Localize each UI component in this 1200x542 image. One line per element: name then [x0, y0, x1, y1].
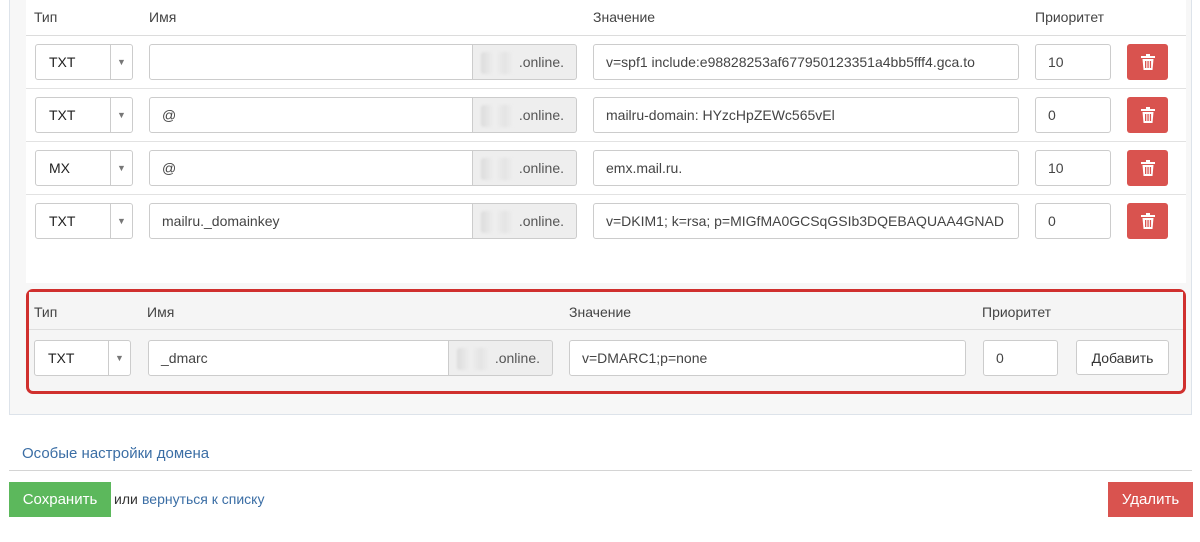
new-record-header: Тип Имя Значение Приоритет [29, 292, 1183, 330]
delete-row-button[interactable] [1127, 44, 1168, 80]
domain-suffix: .online. [473, 44, 577, 80]
value-input[interactable]: v=spf1 include:e98828253af677950123351a4… [593, 44, 1019, 80]
delete-row-button[interactable] [1127, 97, 1168, 133]
delete-row-button[interactable] [1127, 150, 1168, 186]
header-type: Тип [34, 304, 58, 320]
header-priority: Приоритет [982, 304, 1052, 320]
trash-icon [1140, 160, 1155, 176]
priority-input[interactable]: 0 [1035, 203, 1111, 239]
blurred-domain [457, 348, 491, 370]
value-input[interactable]: mailru-domain: HYzcHpZEWc565vEl [593, 97, 1019, 133]
or-text: или [114, 491, 138, 507]
caret-down-icon: ▼ [108, 341, 130, 375]
caret-down-icon: ▼ [110, 151, 132, 185]
table-row: TXT ▼ .online. v=spf1 include:e98828253a… [26, 36, 1186, 89]
trash-icon [1140, 213, 1155, 229]
type-select[interactable]: TXT ▼ [35, 44, 133, 80]
type-select[interactable]: TXT ▼ [35, 203, 133, 239]
delete-domain-button[interactable]: Удалить [1108, 482, 1193, 517]
name-input[interactable]: @ [149, 97, 473, 133]
value-input[interactable]: emx.mail.ru. [593, 150, 1019, 186]
new-name-input[interactable]: _dmarc [148, 340, 449, 376]
caret-down-icon: ▼ [110, 204, 132, 238]
name-input[interactable]: @ [149, 150, 473, 186]
header-value: Значение [593, 9, 656, 25]
type-select[interactable]: TXT ▼ [35, 97, 133, 133]
dns-records-table: Тип Имя Значение Приоритет TXT ▼ .online… [26, 0, 1186, 283]
priority-input[interactable]: 0 [1035, 97, 1111, 133]
priority-input[interactable]: 10 [1035, 44, 1111, 80]
type-select[interactable]: MX ▼ [35, 150, 133, 186]
domain-suffix: .online. [473, 97, 577, 133]
domain-suffix: .online. [473, 203, 577, 239]
header-name: Имя [147, 304, 175, 320]
table-row: TXT ▼ mailru._domainkey .online. v=DKIM1… [26, 195, 1186, 248]
table-header: Тип Имя Значение Приоритет [26, 0, 1186, 36]
save-button[interactable]: Сохранить [9, 482, 111, 517]
name-input[interactable]: mailru._domainkey [149, 203, 473, 239]
divider [9, 470, 1192, 471]
dns-panel: Тип Имя Значение Приоритет TXT ▼ .online… [9, 0, 1192, 415]
blurred-domain [481, 158, 515, 180]
delete-row-button[interactable] [1127, 203, 1168, 239]
blurred-domain [481, 211, 515, 233]
caret-down-icon: ▼ [110, 98, 132, 132]
back-to-list-link[interactable]: вернуться к списку [142, 491, 264, 507]
header-name: Имя [149, 9, 177, 25]
trash-icon [1140, 54, 1155, 70]
blurred-domain [481, 52, 515, 74]
domain-settings-link[interactable]: Особые настройки домена [22, 445, 209, 462]
new-type-select[interactable]: TXT ▼ [34, 340, 131, 376]
new-record-form: Тип Имя Значение Приоритет TXT ▼ _dmarc … [26, 289, 1186, 394]
value-input[interactable]: v=DKIM1; k=rsa; p=MIGfMA0GCSqGSIb3DQEBAQ… [593, 203, 1019, 239]
trash-icon [1140, 107, 1155, 123]
blurred-domain [481, 105, 515, 127]
new-priority-input[interactable]: 0 [983, 340, 1058, 376]
add-record-button[interactable]: Добавить [1076, 340, 1169, 375]
table-row: TXT ▼ @ .online. mailru-domain: HYzcHpZE… [26, 89, 1186, 142]
header-priority: Приоритет [1035, 9, 1105, 25]
header-type: Тип [34, 9, 58, 25]
caret-down-icon: ▼ [110, 45, 132, 79]
header-value: Значение [569, 304, 632, 320]
domain-suffix: .online. [473, 150, 577, 186]
name-input[interactable] [149, 44, 473, 80]
priority-input[interactable]: 10 [1035, 150, 1111, 186]
table-row: MX ▼ @ .online. emx.mail.ru. 10 [26, 142, 1186, 195]
new-value-input[interactable]: v=DMARC1;p=none [569, 340, 966, 376]
domain-suffix: .online. [449, 340, 553, 376]
